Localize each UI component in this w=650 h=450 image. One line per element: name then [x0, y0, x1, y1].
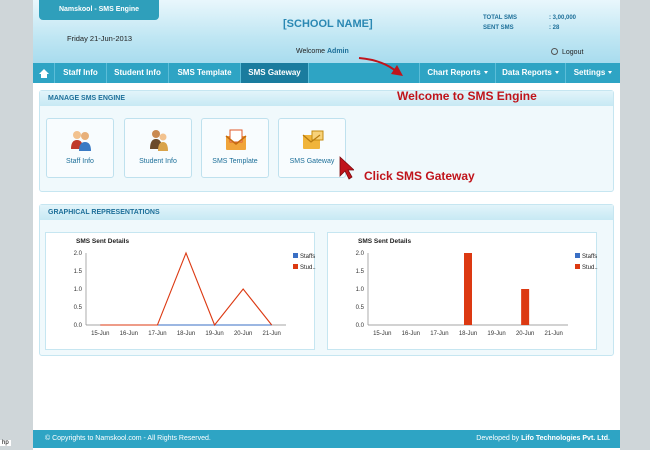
- click-gateway-callout: Click SMS Gateway: [364, 169, 475, 183]
- gateway-icon: [302, 130, 324, 149]
- envelope-icon: [225, 129, 247, 150]
- tile-student-info[interactable]: Student Info: [124, 118, 192, 178]
- current-date: Friday 21-Jun-2013: [67, 34, 133, 43]
- tile-label: SMS Template: [212, 158, 258, 165]
- x-tick-label: 19-Jun: [205, 331, 223, 337]
- student-group-icon: [150, 130, 168, 151]
- series-line-1: [100, 251, 273, 327]
- data-reports-label: Data Reports: [502, 68, 552, 77]
- red-arrow-icon: [358, 57, 403, 76]
- nav-sms-gateway[interactable]: SMS Gateway: [241, 63, 309, 83]
- x-tick-label: 21-Jun: [263, 331, 281, 337]
- legend-swatch: [293, 253, 298, 258]
- tile-sms-template[interactable]: SMS Template: [201, 118, 269, 178]
- chevron-down-icon: [554, 71, 559, 74]
- line-chart-svg: SMS Sent Details 0.0 0.5 1.0 1.5 2.0 15-Jun 16-…: [74, 238, 318, 337]
- y-tick-label: 0.0: [74, 323, 83, 329]
- tile-sms-gateway[interactable]: SMS Gateway: [278, 118, 346, 178]
- legend-label: Staffs: [300, 254, 315, 260]
- user-name: Admin: [327, 48, 349, 55]
- chart-title: SMS Sent Details: [76, 238, 129, 245]
- y-tick-label: 2.0: [356, 251, 365, 257]
- nav-chart-reports[interactable]: Chart Reports: [419, 63, 496, 83]
- tile-label: SMS Gateway: [289, 158, 335, 165]
- welcome-prefix: Welcome: [296, 48, 327, 55]
- x-tick-label: 20-Jun: [234, 331, 252, 337]
- staff-group-icon: [71, 131, 91, 151]
- nav-student-info[interactable]: Student Info: [107, 63, 169, 83]
- bar-chart: SMS Sent Details 0.0 0.5 1.0 1.5 2.0 15-Jun 16-…: [327, 232, 600, 350]
- x-tick-label: 15-Jun: [91, 331, 109, 337]
- x-tick-label: 17-Jun: [148, 331, 166, 337]
- power-icon: [551, 48, 558, 55]
- nav-settings[interactable]: Settings: [566, 63, 620, 83]
- nav-data-reports[interactable]: Data Reports: [496, 63, 566, 83]
- page: Namskool - SMS Engine Friday 21-Jun-2013…: [33, 0, 620, 450]
- bar-chart-svg: SMS Sent Details 0.0 0.5 1.0 1.5 2.0 15-Jun 16-…: [356, 238, 600, 337]
- sent-sms-label: SENT SMS: [483, 25, 514, 31]
- legend-label: Stud...: [582, 265, 598, 271]
- x-tick-label: 18-Jun: [459, 331, 477, 337]
- main-nav: Staff Info Student Info SMS Template SMS…: [33, 63, 620, 83]
- nav-sms-template[interactable]: SMS Template: [169, 63, 241, 83]
- legend-swatch: [575, 253, 580, 258]
- cursor-icon: [339, 156, 354, 180]
- logout-link[interactable]: Logout: [551, 48, 583, 56]
- chevron-down-icon: [608, 71, 613, 74]
- tile-label: Student Info: [139, 158, 177, 165]
- y-tick-label: 0.0: [356, 323, 365, 329]
- corner-label: hp: [0, 440, 11, 446]
- developed-prefix: Developed by: [476, 435, 522, 442]
- x-tick-label: 17-Jun: [430, 331, 448, 337]
- chart-reports-label: Chart Reports: [427, 68, 481, 77]
- sent-sms-value: : 28: [549, 25, 560, 31]
- x-tick-label: 15-Jun: [373, 331, 391, 337]
- chevron-down-icon: [483, 71, 488, 74]
- x-tick-label: 16-Jun: [402, 331, 420, 337]
- bar: [464, 253, 472, 325]
- total-sms-value: : 3,00,000: [549, 15, 577, 21]
- bar: [521, 289, 530, 325]
- graph-panel-title: GRAPHICAL REPRESENTATIONS: [40, 205, 613, 220]
- legend-swatch: [575, 264, 580, 269]
- nav-home[interactable]: [33, 63, 55, 83]
- chart-title: SMS Sent Details: [358, 238, 411, 245]
- legend-label: Staffs: [582, 254, 597, 260]
- school-name: [SCHOOL NAME]: [283, 18, 373, 30]
- footer: © Copyrights to Namskool.com - All Right…: [33, 430, 620, 448]
- y-tick-label: 1.0: [74, 287, 83, 293]
- home-icon: [38, 68, 49, 78]
- x-tick-label: 16-Jun: [120, 331, 138, 337]
- copyright-text: © Copyrights to Namskool.com - All Right…: [45, 435, 211, 442]
- header: Namskool - SMS Engine Friday 21-Jun-2013…: [33, 0, 620, 63]
- sms-stats: TOTAL SMS : 3,00,000 SENT SMS : 28: [483, 15, 593, 35]
- line-chart: SMS Sent Details 0.0 0.5 1.0 1.5 2.0 15-Jun 16-…: [45, 232, 318, 350]
- y-tick-label: 1.5: [74, 269, 83, 275]
- legend-label: Stud...: [300, 265, 316, 271]
- x-tick-label: 19-Jun: [487, 331, 505, 337]
- y-tick-label: 2.0: [74, 251, 83, 257]
- settings-label: Settings: [573, 68, 606, 77]
- y-tick-label: 0.5: [74, 305, 83, 311]
- x-tick-label: 20-Jun: [516, 331, 534, 337]
- tile-label: Staff Info: [66, 158, 94, 165]
- tile-staff-info[interactable]: Staff Info: [46, 118, 114, 178]
- y-tick-label: 1.0: [356, 287, 365, 293]
- welcome-callout: Welcome to SMS Engine: [397, 89, 537, 103]
- y-tick-label: 1.5: [356, 269, 365, 275]
- developer-credit: Developed by Lifo Technologies Pvt. Ltd.: [476, 430, 610, 448]
- x-tick-label: 21-Jun: [545, 331, 563, 337]
- legend-swatch: [293, 264, 298, 269]
- manage-sms-panel: MANAGE SMS ENGINE Staff Info Student Inf…: [39, 90, 614, 192]
- x-tick-label: 18-Jun: [177, 331, 195, 337]
- logout-label: Logout: [562, 49, 584, 56]
- nav-staff-info[interactable]: Staff Info: [55, 63, 107, 83]
- y-tick-label: 0.5: [356, 305, 365, 311]
- developer-name[interactable]: Lifo Technologies Pvt. Ltd.: [521, 435, 610, 442]
- welcome-text: Welcome Admin: [296, 48, 349, 55]
- app-title[interactable]: Namskool - SMS Engine: [39, 0, 159, 20]
- total-sms-label: TOTAL SMS: [483, 15, 518, 21]
